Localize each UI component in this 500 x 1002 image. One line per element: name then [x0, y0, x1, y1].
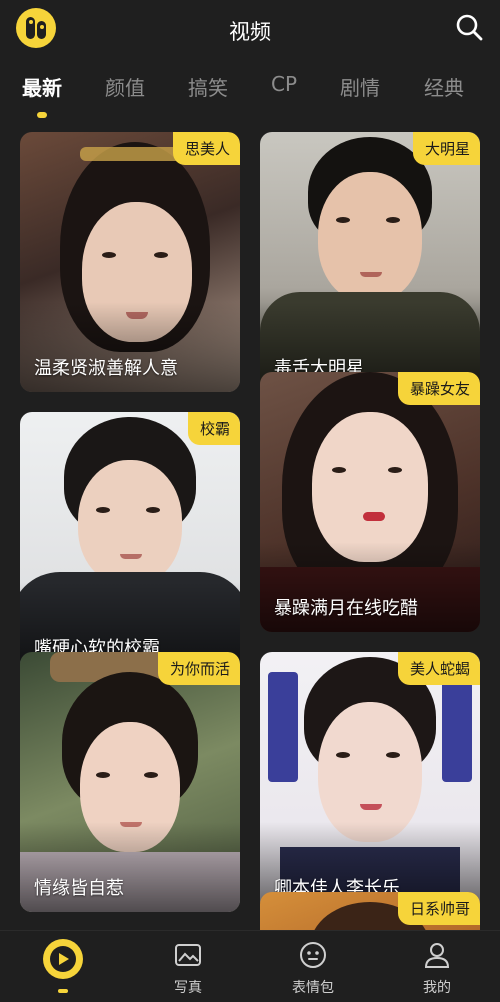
- active-nav-indicator: [58, 989, 68, 993]
- tab-drama[interactable]: 剧情: [330, 72, 390, 101]
- tab-funny[interactable]: 搞笑: [178, 72, 238, 101]
- video-card[interactable]: 为你而活 情缘皆自惹: [20, 652, 240, 912]
- card-tag-badge: 校霸: [187, 412, 240, 445]
- video-card[interactable]: 暴躁女友 暴躁满月在线吃醋: [260, 372, 480, 632]
- video-card[interactable]: 校霸 嘴硬心软的校霸: [20, 412, 240, 672]
- card-tag-badge: 为你而活: [157, 652, 240, 685]
- video-card[interactable]: 思美人 温柔贤淑善解人意: [20, 132, 240, 392]
- card-tag-badge: 日系帅哥: [397, 892, 480, 925]
- card-tag-badge: 大明星: [412, 132, 480, 165]
- play-disc-icon: [43, 939, 83, 979]
- video-card[interactable]: 美人蛇蝎 卿本佳人李长乐: [260, 652, 480, 912]
- search-icon[interactable]: [454, 12, 484, 42]
- page-title: 视频: [229, 20, 271, 44]
- tab-looks[interactable]: 颜值: [95, 72, 155, 101]
- active-tab-indicator: [37, 112, 47, 118]
- nav-label: 写真: [174, 980, 202, 996]
- card-caption: 暴躁满月在线吃醋: [274, 598, 418, 619]
- card-caption: 温柔贤淑善解人意: [34, 358, 178, 379]
- bottom-navigation: 写真 表情包 我的: [0, 930, 500, 1002]
- card-tag-badge: 暴躁女友: [397, 372, 480, 405]
- nav-label: 我的: [423, 980, 451, 996]
- card-caption: 情缘皆自惹: [34, 878, 124, 899]
- top-bar: 视频: [0, 0, 500, 60]
- card-tag-badge: 思美人: [172, 132, 240, 165]
- emoji-icon: [300, 942, 326, 968]
- user-icon: [424, 943, 450, 968]
- category-tabs: 最新 颜值 搞笑 CP 剧情 经典: [0, 72, 500, 122]
- tab-classic[interactable]: 经典: [414, 72, 474, 101]
- nav-label: 表情包: [292, 980, 334, 996]
- tab-cp[interactable]: CP: [254, 72, 314, 96]
- photo-icon: [175, 944, 201, 966]
- card-tag-badge: 美人蛇蝎: [397, 652, 480, 685]
- video-card[interactable]: 大明星 毒舌大明星: [260, 132, 480, 392]
- tab-latest[interactable]: 最新: [12, 72, 72, 101]
